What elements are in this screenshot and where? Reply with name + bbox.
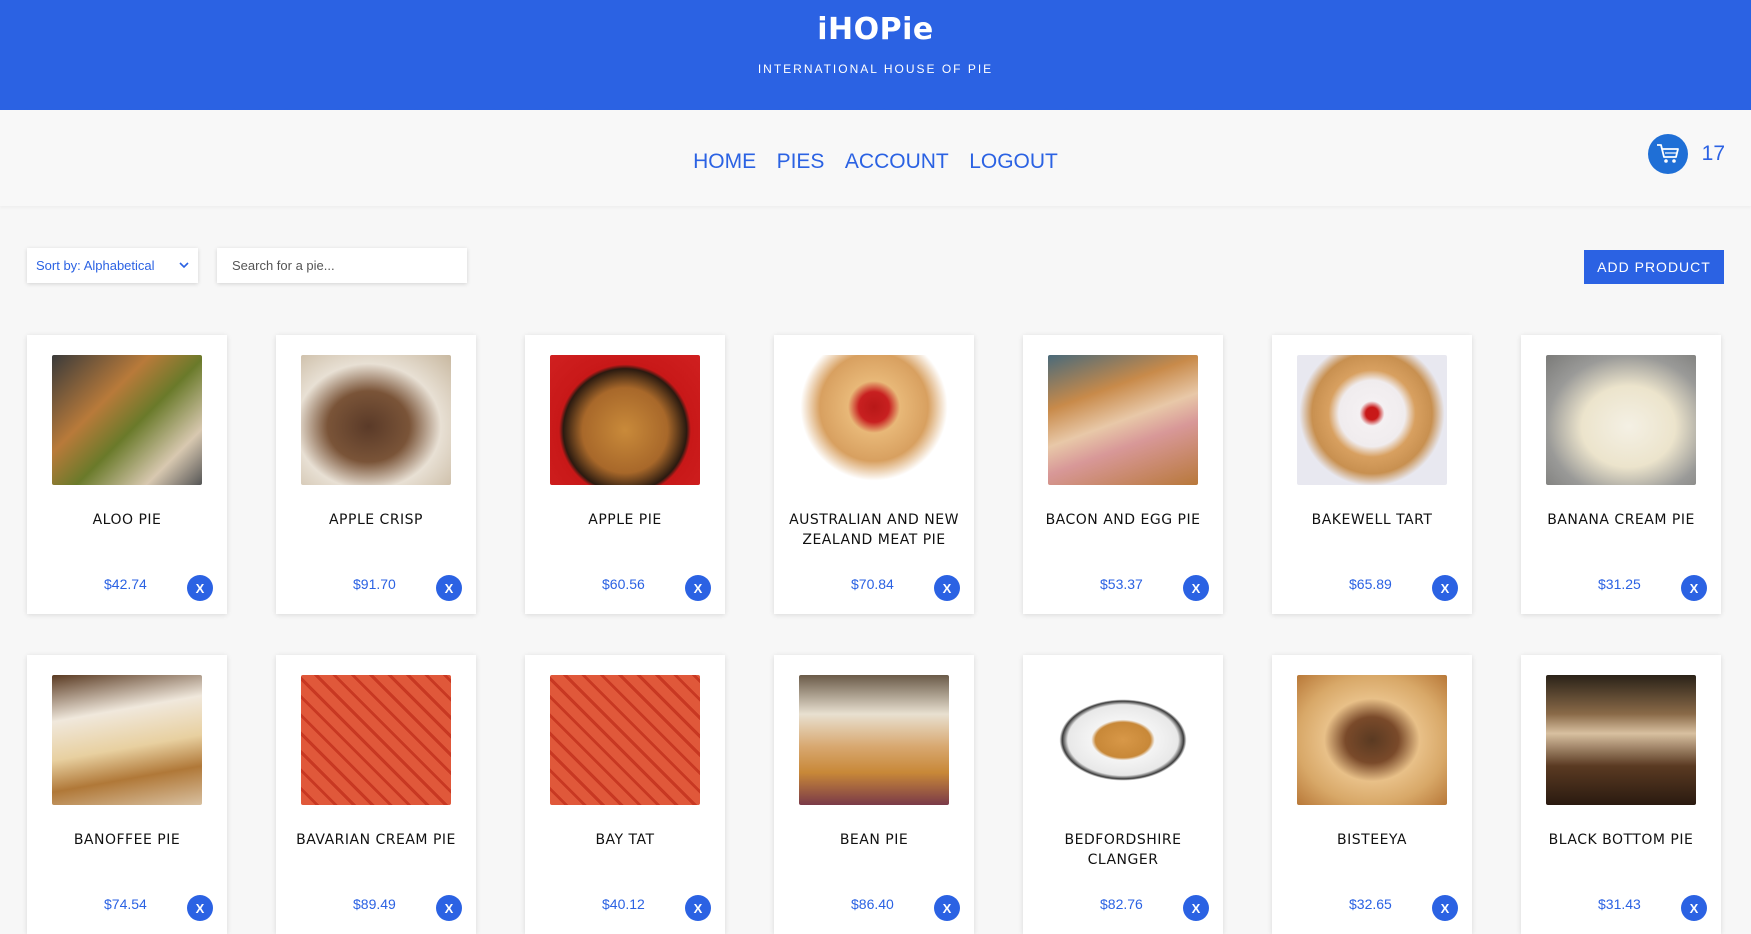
cart-count: 17 <box>1701 142 1725 165</box>
product-image[interactable] <box>301 675 451 805</box>
product-card-bakewell-tart[interactable]: BAKEWELL TART $65.89 X <box>1272 335 1472 614</box>
search-input[interactable] <box>217 248 467 283</box>
product-image[interactable] <box>52 355 202 485</box>
product-card-bean-pie[interactable]: BEAN PIE $86.40 X <box>774 655 974 934</box>
remove-product-button[interactable]: X <box>934 575 960 601</box>
product-image[interactable] <box>1297 355 1447 485</box>
product-name: BAY TAT <box>595 832 655 848</box>
remove-product-button[interactable]: X <box>934 895 960 921</box>
product-price: $86.40 <box>851 896 894 912</box>
remove-product-button[interactable]: X <box>685 895 711 921</box>
product-card-bisteeya[interactable]: BISTEEYA $32.65 X <box>1272 655 1472 934</box>
brand-tagline: INTERNATIONAL HOUSE OF PIE <box>757 62 994 76</box>
nav-account[interactable]: ACCOUNT <box>845 150 949 174</box>
product-price: $60.56 <box>602 576 645 592</box>
remove-product-button[interactable]: X <box>1681 575 1707 601</box>
sort-label: Sort by: Alphabetical <box>36 258 155 273</box>
nav-pies[interactable]: PIES <box>777 150 825 174</box>
brand-logo[interactable]: iHOPie <box>0 12 1751 47</box>
product-image[interactable] <box>1297 675 1447 805</box>
product-card-bavarian-cream-pie[interactable]: BAVARIAN CREAM PIE $89.49 X <box>276 655 476 934</box>
nav-links: HOME PIES ACCOUNT LOGOUT <box>0 150 1751 174</box>
product-image[interactable] <box>550 675 700 805</box>
product-price: $82.76 <box>1100 896 1143 912</box>
product-card-apple-crisp[interactable]: APPLE CRISP $91.70 X <box>276 335 476 614</box>
product-name: BAKEWELL TART <box>1311 512 1433 528</box>
product-name: BEDFORDSHIRE CLANGER <box>1064 832 1182 868</box>
remove-product-button[interactable]: X <box>436 575 462 601</box>
product-name: ALOO PIE <box>92 512 162 528</box>
main-nav: HOME PIES ACCOUNT LOGOUT 17 <box>0 110 1751 206</box>
remove-product-button[interactable]: X <box>1183 575 1209 601</box>
product-price: $32.65 <box>1349 896 1392 912</box>
product-price: $42.74 <box>104 576 147 592</box>
product-name: BISTEEYA <box>1337 832 1407 848</box>
remove-product-button[interactable]: X <box>187 895 213 921</box>
product-card-bacon-and-egg-pie[interactable]: BACON AND EGG PIE $53.37 X <box>1023 335 1223 614</box>
sort-select[interactable]: Sort by: Alphabetical <box>27 248 198 283</box>
toolbar: Sort by: Alphabetical ADD PRODUCT <box>0 206 1751 306</box>
product-card-apple-pie[interactable]: APPLE PIE $60.56 X <box>525 335 725 614</box>
add-product-button[interactable]: ADD PRODUCT <box>1584 250 1724 284</box>
product-price: $65.89 <box>1349 576 1392 592</box>
product-name: BACON AND EGG PIE <box>1045 512 1201 528</box>
remove-product-button[interactable]: X <box>685 575 711 601</box>
product-card-banana-cream-pie[interactable]: BANANA CREAM PIE $31.25 X <box>1521 335 1721 614</box>
nav-home[interactable]: HOME <box>693 150 756 174</box>
product-name: APPLE CRISP <box>328 512 424 528</box>
product-card-aloo-pie[interactable]: ALOO PIE $42.74 X <box>27 335 227 614</box>
remove-product-button[interactable]: X <box>187 575 213 601</box>
product-grid: ALOO PIE $42.74 X APPLE CRISP $91.70 X A… <box>27 335 1721 934</box>
product-image[interactable] <box>52 675 202 805</box>
product-name: AUSTRALIAN AND NEW ZEALAND MEAT PIE <box>789 512 959 548</box>
remove-product-button[interactable]: X <box>1432 895 1458 921</box>
remove-product-button[interactable]: X <box>1432 575 1458 601</box>
product-name: BEAN PIE <box>839 832 909 848</box>
remove-product-button[interactable]: X <box>436 895 462 921</box>
product-price: $70.84 <box>851 576 894 592</box>
product-image[interactable] <box>1048 675 1198 805</box>
product-price: $53.37 <box>1100 576 1143 592</box>
product-price: $89.49 <box>353 896 396 912</box>
chevron-down-icon <box>179 262 189 269</box>
product-price: $31.43 <box>1598 896 1641 912</box>
product-name: BLACK BOTTOM PIE <box>1548 832 1694 848</box>
product-card-black-bottom-pie[interactable]: BLACK BOTTOM PIE $31.43 X <box>1521 655 1721 934</box>
product-image[interactable] <box>301 355 451 485</box>
product-image[interactable] <box>1546 355 1696 485</box>
product-name: BANANA CREAM PIE <box>1547 512 1695 528</box>
product-card-australian-and-new-zealand-meat-pie[interactable]: AUSTRALIAN AND NEW ZEALAND MEAT PIE $70.… <box>774 335 974 614</box>
product-card-banoffee-pie[interactable]: BANOFFEE PIE $74.54 X <box>27 655 227 934</box>
product-price: $40.12 <box>602 896 645 912</box>
nav-logout[interactable]: LOGOUT <box>969 150 1058 174</box>
product-image[interactable] <box>799 675 949 805</box>
product-price: $91.70 <box>353 576 396 592</box>
remove-product-button[interactable]: X <box>1681 895 1707 921</box>
product-card-bay-tat[interactable]: BAY TAT $40.12 X <box>525 655 725 934</box>
product-name: BANOFFEE PIE <box>73 832 181 848</box>
product-card-bedfordshire-clanger[interactable]: BEDFORDSHIRE CLANGER $82.76 X <box>1023 655 1223 934</box>
product-image[interactable] <box>1546 675 1696 805</box>
product-price: $31.25 <box>1598 576 1641 592</box>
site-header: iHOPie INTERNATIONAL HOUSE OF PIE <box>0 0 1751 115</box>
remove-product-button[interactable]: X <box>1183 895 1209 921</box>
cart-button[interactable]: 17 <box>1647 134 1725 174</box>
product-name: BAVARIAN CREAM PIE <box>296 832 456 848</box>
product-image[interactable] <box>799 355 949 485</box>
cart-icon[interactable] <box>1647 134 1688 174</box>
product-name: APPLE PIE <box>588 512 662 528</box>
product-price: $74.54 <box>104 896 147 912</box>
product-image[interactable] <box>1048 355 1198 485</box>
product-image[interactable] <box>550 355 700 485</box>
